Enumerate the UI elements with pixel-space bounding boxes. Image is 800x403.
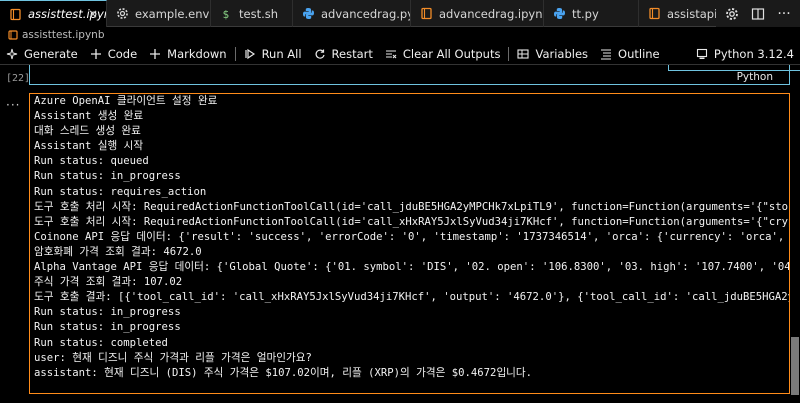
- output-line: Run status: requires_action: [34, 185, 207, 198]
- kernel-picker[interactable]: Python 3.12.4: [696, 43, 794, 65]
- output-line: Azure OpenAI 클라이언트 설정 완료: [34, 95, 218, 107]
- output-line: Assistant 실행 시작: [34, 140, 144, 153]
- output-line: Run status: in_progress: [34, 321, 181, 334]
- tab-label: tt.py: [572, 6, 599, 21]
- notebook-icon: [419, 7, 433, 21]
- run-all-label: Run All: [261, 46, 302, 61]
- find-widget[interactable]: [668, 65, 800, 71]
- tab-label: advancedrag.py: [321, 6, 411, 21]
- tab-test-sh[interactable]: $ test.sh: [211, 0, 293, 27]
- generate-button[interactable]: Generate: [0, 43, 84, 65]
- tab-example-env[interactable]: example.env: [107, 0, 211, 27]
- kernel-label: Python 3.12.4: [713, 47, 794, 61]
- svg-text:$: $: [222, 8, 229, 20]
- cell-output: Azure OpenAI 클라이언트 설정 완료 Assistant 생성 완료대…: [29, 93, 790, 394]
- tab-advancedrag-ipynb[interactable]: advancedrag.ipynb: [411, 0, 544, 27]
- output-line: 도구 호출 처리 시작: RequiredActionFunctionToolC…: [34, 215, 789, 228]
- run-all-button[interactable]: Run All: [238, 43, 308, 65]
- sparkle-icon: [6, 48, 18, 60]
- terminal-dollar-icon: $: [219, 7, 233, 21]
- tab-assisttest-ipynb[interactable]: assisttest.ipynb×: [0, 0, 107, 27]
- close-icon[interactable]: ×: [86, 7, 100, 21]
- code-cell-editor[interactable]: Python: [29, 65, 800, 85]
- output-line: Run status: in_progress: [34, 306, 181, 319]
- add-code-cell-button[interactable]: Code: [84, 43, 143, 65]
- add-markdown-cell-button[interactable]: Markdown: [143, 43, 232, 65]
- restart-label: Restart: [331, 46, 373, 61]
- python-icon: [301, 7, 315, 21]
- python-icon: [552, 7, 566, 21]
- notebook-cell-area: [22] Python ··· Azure OpenAI 클라이언트 설정 완료…: [0, 65, 800, 403]
- restart-button[interactable]: Restart: [308, 43, 379, 65]
- toolbar-divider: [234, 46, 236, 61]
- breadcrumb[interactable]: assisttest.ipynb: [0, 27, 800, 43]
- variables-button[interactable]: Variables: [511, 43, 594, 65]
- notebook-icon: [8, 30, 18, 40]
- clear-all-outputs-button[interactable]: Clear All Outputs: [379, 43, 507, 65]
- output-line: 주식 가격 조회 결과: 107.02: [34, 276, 183, 289]
- plus-icon: [90, 48, 102, 60]
- output-line: assistant: 현재 디즈니 (DIS) 주식 가격은 $107.02이며…: [34, 366, 533, 379]
- breadcrumb-label: assisttest.ipynb: [22, 29, 105, 41]
- clear-all-outputs-label: Clear All Outputs: [402, 46, 501, 61]
- output-line: 암호화폐 가격 조회 결과: 4672.0: [34, 245, 202, 258]
- cell-language-label[interactable]: Python: [737, 71, 773, 83]
- gear-icon: [115, 7, 129, 21]
- outline-button[interactable]: Outline: [594, 43, 666, 65]
- output-line: 도구 호출 처리 시작: RequiredActionFunctionToolC…: [34, 200, 789, 213]
- notebook-icon: [8, 7, 22, 21]
- tab-label: test.sh: [239, 6, 279, 21]
- clear-all-icon: [385, 48, 397, 60]
- more-actions-icon[interactable]: ···: [776, 6, 792, 22]
- tab-label: example.env: [135, 6, 210, 21]
- tab-label: advancedrag.ipynb: [439, 6, 544, 21]
- tab-assistapi-ip[interactable]: assistapi.ip: [639, 0, 727, 27]
- editor-tab-bar: assisttest.ipynb× example.env $ test.sh adva…: [0, 0, 800, 27]
- outline-icon: [600, 48, 612, 60]
- tab-advancedrag-py[interactable]: advancedrag.py: [293, 0, 411, 27]
- output-line: Run status: in_progress: [34, 170, 181, 183]
- kernel-icon: [696, 48, 708, 60]
- output-line: Run status: queued: [34, 155, 149, 168]
- editor-actions: ···: [716, 0, 800, 27]
- split-editor-icon[interactable]: [750, 6, 766, 22]
- output-line: 대화 스레드 생성 완료: [34, 125, 141, 138]
- output-line: 도구 호출 결과: [{'tool_call_id': 'call_xHxRAY…: [34, 291, 789, 304]
- variables-icon: [517, 48, 530, 60]
- code-label: Code: [107, 46, 138, 61]
- output-line: user: 현재 디즈니 주식 가격과 리플 가격은 얼마인가요?: [34, 351, 312, 364]
- notebook-icon: [647, 7, 661, 21]
- plus-icon: [149, 48, 161, 60]
- outline-label: Outline: [618, 46, 660, 61]
- scrollbar-thumb[interactable]: [791, 337, 799, 395]
- tab-tt-py[interactable]: tt.py: [544, 0, 639, 27]
- restart-icon: [314, 48, 326, 60]
- more-actions-icon[interactable]: ···: [6, 98, 20, 112]
- generate-label: Generate: [24, 46, 78, 61]
- output-line: Coinone API 응답 데이터: {'result': 'success'…: [34, 230, 789, 243]
- settings-gear-icon[interactable]: [724, 6, 740, 22]
- variables-label: Variables: [535, 46, 589, 61]
- notebook-toolbar: Generate Code Markdown Run All Restart C…: [0, 43, 800, 65]
- output-line: Alpha Vantage API 응답 데이터: {'Global Quote…: [34, 261, 789, 274]
- toolbar-divider: [508, 46, 510, 61]
- execution-count: [22]: [6, 73, 31, 84]
- run-all-icon: [244, 48, 256, 60]
- markdown-label: Markdown: [167, 46, 227, 61]
- output-line: Assistant 생성 완료: [34, 110, 144, 123]
- output-line: Run status: completed: [34, 336, 168, 349]
